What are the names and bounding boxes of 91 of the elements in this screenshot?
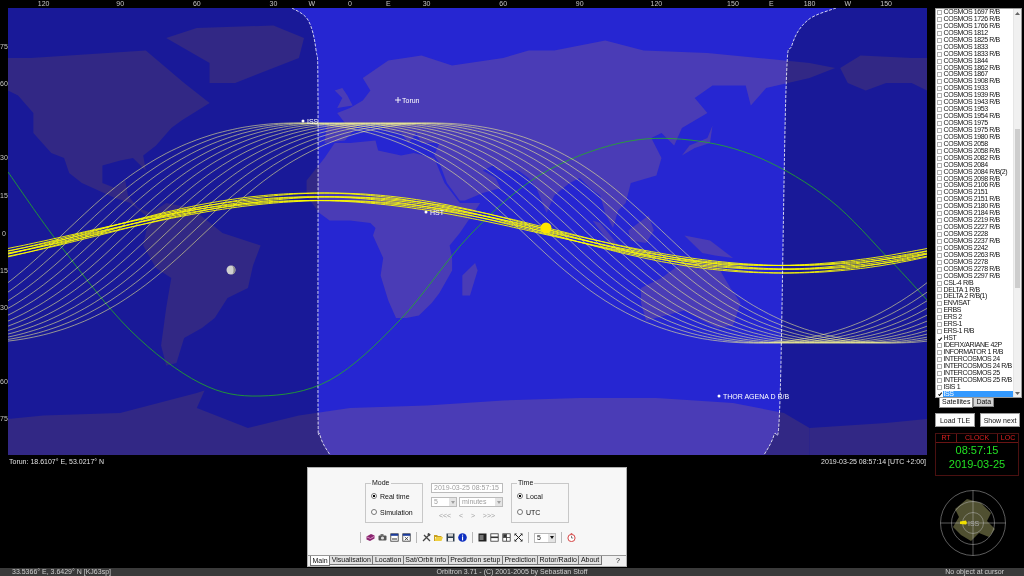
checkbox[interactable]: [937, 218, 942, 224]
radio-button[interactable]: [371, 493, 377, 499]
expand-arrows-icon[interactable]: [514, 533, 523, 542]
window-close-icon[interactable]: [402, 533, 411, 542]
radio-button[interactable]: [371, 509, 377, 515]
window-panes-icon[interactable]: [490, 533, 499, 542]
radar-grid: [940, 490, 1006, 556]
checkbox[interactable]: [937, 134, 942, 140]
checkbox[interactable]: [937, 336, 942, 342]
satellite-dot-icon: [301, 119, 305, 123]
checkbox[interactable]: [937, 169, 942, 175]
caret-icon: [549, 536, 554, 539]
checkbox[interactable]: [937, 114, 942, 120]
checkbox[interactable]: [937, 322, 942, 328]
checkbox[interactable]: [937, 204, 942, 210]
checkbox[interactable]: [937, 107, 942, 113]
checkbox[interactable]: [937, 79, 942, 85]
scroll-up-button[interactable]: [1014, 9, 1021, 17]
info-icon[interactable]: [458, 533, 467, 542]
checkbox[interactable]: [937, 197, 942, 203]
checkbox[interactable]: [937, 211, 942, 217]
checkbox[interactable]: [937, 377, 942, 383]
checkbox[interactable]: [937, 16, 942, 22]
caret-up-icon: [1015, 11, 1020, 15]
checkbox[interactable]: [937, 273, 942, 279]
checkbox[interactable]: [937, 294, 942, 300]
checkbox[interactable]: [937, 238, 942, 244]
checkbox[interactable]: [937, 190, 942, 196]
satellite-dot-icon: [717, 394, 721, 398]
camera-icon[interactable]: [378, 533, 387, 542]
landmass: [684, 235, 733, 258]
radio-button[interactable]: [517, 493, 523, 499]
checkbox[interactable]: [937, 370, 942, 376]
checkbox[interactable]: [937, 37, 942, 43]
scrollbar-thumb[interactable]: [1015, 129, 1020, 288]
checkbox[interactable]: [937, 65, 942, 71]
checkbox[interactable]: [937, 86, 942, 92]
checkbox[interactable]: [937, 23, 942, 29]
checkbox[interactable]: [937, 155, 942, 161]
checkbox[interactable]: [937, 384, 942, 390]
checkbox[interactable]: [937, 148, 942, 154]
checkbox[interactable]: [937, 356, 942, 362]
caret-icon: [450, 500, 455, 504]
checkbox[interactable]: [937, 127, 942, 133]
checkbox[interactable]: [937, 58, 942, 64]
checkbox[interactable]: [937, 120, 942, 126]
checkbox[interactable]: [937, 245, 942, 251]
checkbox[interactable]: [937, 287, 942, 293]
checkbox[interactable]: [937, 301, 942, 307]
sun-icon: [540, 222, 552, 234]
checkbox[interactable]: [937, 44, 942, 50]
dark-window-icon[interactable]: [478, 533, 487, 542]
checkbox[interactable]: [937, 162, 942, 168]
satellite-marker-icon: [960, 520, 967, 525]
checkbox[interactable]: [937, 51, 942, 57]
checkbox[interactable]: [937, 259, 942, 265]
moon-icon: [226, 265, 236, 275]
checkbox[interactable]: [937, 391, 942, 397]
checkbox[interactable]: [937, 100, 942, 106]
checkbox[interactable]: [937, 183, 942, 189]
checkbox[interactable]: [937, 349, 942, 355]
clock-date: 2019-03-25: [948, 457, 1006, 471]
checkbox[interactable]: [937, 93, 942, 99]
checkbox[interactable]: [937, 252, 942, 258]
checkbox[interactable]: [937, 342, 942, 348]
clock-time: 08:57:15: [955, 443, 999, 457]
radar-land-shape: [953, 499, 995, 541]
checkbox[interactable]: [937, 266, 942, 272]
checkbox[interactable]: [937, 329, 942, 335]
checkbox[interactable]: [937, 308, 942, 314]
location-cross-icon: [394, 96, 402, 104]
checkbox[interactable]: [937, 176, 942, 182]
checkbox[interactable]: [937, 315, 942, 321]
caret-icon: [496, 500, 501, 504]
checkbox[interactable]: [937, 280, 942, 286]
tools-icon[interactable]: [422, 533, 431, 542]
grid-window-icon[interactable]: [502, 533, 511, 542]
radio-button[interactable]: [517, 509, 523, 515]
checkbox[interactable]: [937, 30, 942, 36]
satellite-dot-icon: [424, 210, 428, 214]
checkbox[interactable]: [937, 363, 942, 369]
checkbox[interactable]: [937, 141, 942, 147]
checkbox[interactable]: [937, 72, 942, 78]
checkbox[interactable]: [937, 9, 942, 15]
open-folder-icon[interactable]: [434, 533, 443, 542]
checkbox[interactable]: [937, 231, 942, 237]
checkbox[interactable]: [937, 225, 942, 231]
stopwatch-icon[interactable]: [567, 533, 576, 542]
caret-icon: [1015, 391, 1020, 395]
window-icon[interactable]: [390, 533, 399, 542]
book-icon[interactable]: [366, 533, 375, 542]
